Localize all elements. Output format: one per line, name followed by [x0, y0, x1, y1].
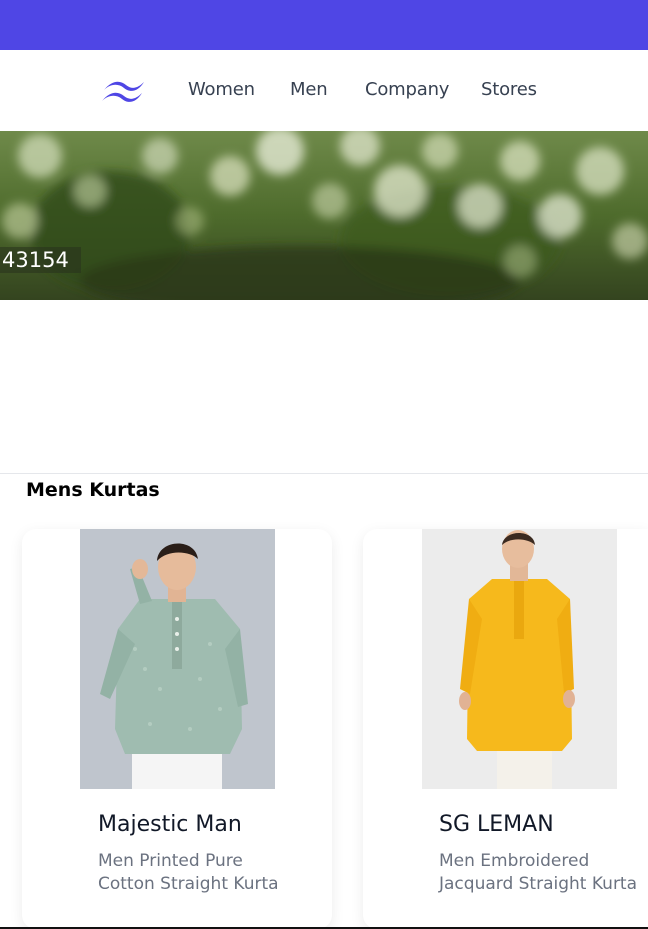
main-navbar: Women Men Company Stores [0, 50, 648, 131]
product-brand[interactable]: Majestic Man [98, 812, 242, 837]
product-card[interactable]: Majestic Man Men Printed Pure Cotton Str… [22, 529, 332, 929]
nav-link-company[interactable]: Company [365, 79, 449, 100]
top-announcement-bar [0, 0, 648, 50]
product-brand[interactable]: SG LEMAN [439, 812, 554, 837]
product-description: Men Printed Pure Cotton Straight Kurta [98, 851, 279, 894]
nav-link-stores[interactable]: Stores [481, 79, 537, 100]
product-card[interactable]: SG LEMAN Men Embroidered Jacquard Straig… [363, 529, 648, 929]
hero-badge: 43154 [0, 247, 81, 273]
section-title: Mens Kurtas [26, 479, 160, 501]
nav-link-women[interactable]: Women [188, 79, 255, 100]
brand-logo-icon[interactable] [100, 76, 148, 106]
nav-link-men[interactable]: Men [290, 79, 328, 100]
section-divider [0, 473, 648, 474]
product-image[interactable] [80, 529, 275, 789]
product-description: Men Embroidered Jacquard Straight Kurta [439, 851, 638, 894]
product-image[interactable] [422, 529, 617, 789]
hero-banner-image [0, 131, 648, 300]
